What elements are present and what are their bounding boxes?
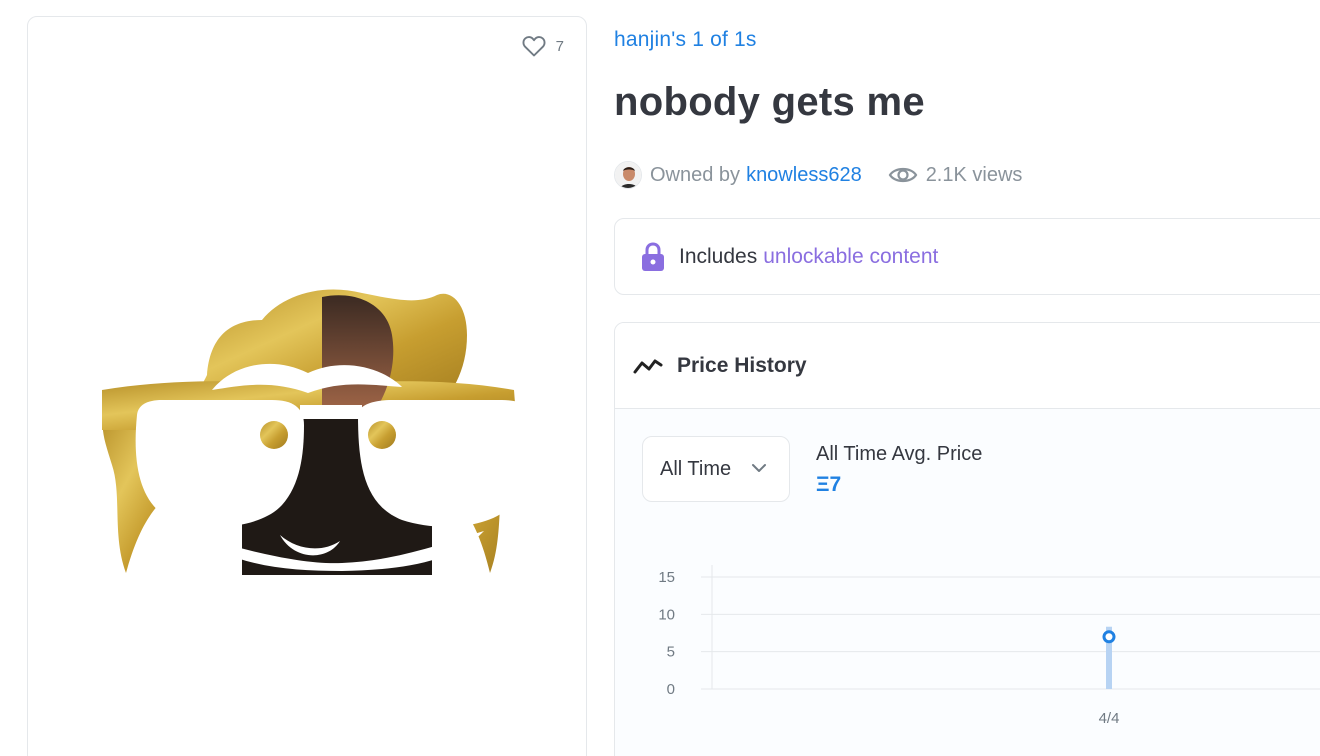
- item-details: hanjin's 1 of 1s nobody gets me Owned by…: [614, 0, 1320, 756]
- heart-outline-icon: [522, 36, 546, 57]
- nft-artwork[interactable]: [72, 265, 544, 577]
- trend-line-icon: [633, 359, 663, 373]
- price-point: [1102, 630, 1116, 644]
- price-history-header[interactable]: Price History: [615, 323, 1320, 409]
- chevron-down-icon: [752, 464, 766, 472]
- time-range-value: All Time: [660, 457, 732, 480]
- y-tick-label: 15: [658, 569, 675, 586]
- unlockable-content-link[interactable]: unlockable content: [763, 245, 938, 269]
- eye-icon: [888, 167, 917, 183]
- favorite-button[interactable]: 7: [522, 35, 564, 57]
- lock-icon: [642, 241, 664, 271]
- collection-link[interactable]: hanjin's 1 of 1s: [614, 28, 757, 52]
- item-meta: Owned by knowless628 2.1K views: [614, 160, 1022, 190]
- unlockable-content-banner[interactable]: Includes unlockable content: [614, 218, 1320, 295]
- avatar[interactable]: [614, 161, 642, 189]
- y-tick-label: 5: [667, 644, 675, 661]
- avg-price-value: Ξ7: [816, 473, 842, 496]
- item-title: nobody gets me: [614, 80, 925, 124]
- price-history-panel: Price History All Time All Time Avg. Pri…: [614, 322, 1320, 756]
- time-range-dropdown[interactable]: All Time: [642, 436, 790, 502]
- price-history-chart: 0 5 10 15 4/4: [658, 565, 1320, 727]
- media-card: 7: [27, 16, 587, 756]
- x-tick-label: 4/4: [1099, 710, 1120, 727]
- favorite-count: 7: [555, 37, 564, 55]
- owned-by-label: Owned by: [650, 163, 741, 186]
- y-tick-label: 0: [667, 681, 675, 698]
- avg-price-label: All Time Avg. Price: [816, 443, 983, 465]
- unlockable-prefix: Includes: [679, 244, 758, 268]
- view-count: 2.1K views: [925, 163, 1023, 186]
- owner-link[interactable]: knowless628: [746, 164, 862, 187]
- y-tick-label: 10: [658, 606, 675, 623]
- price-history-title: Price History: [677, 353, 807, 377]
